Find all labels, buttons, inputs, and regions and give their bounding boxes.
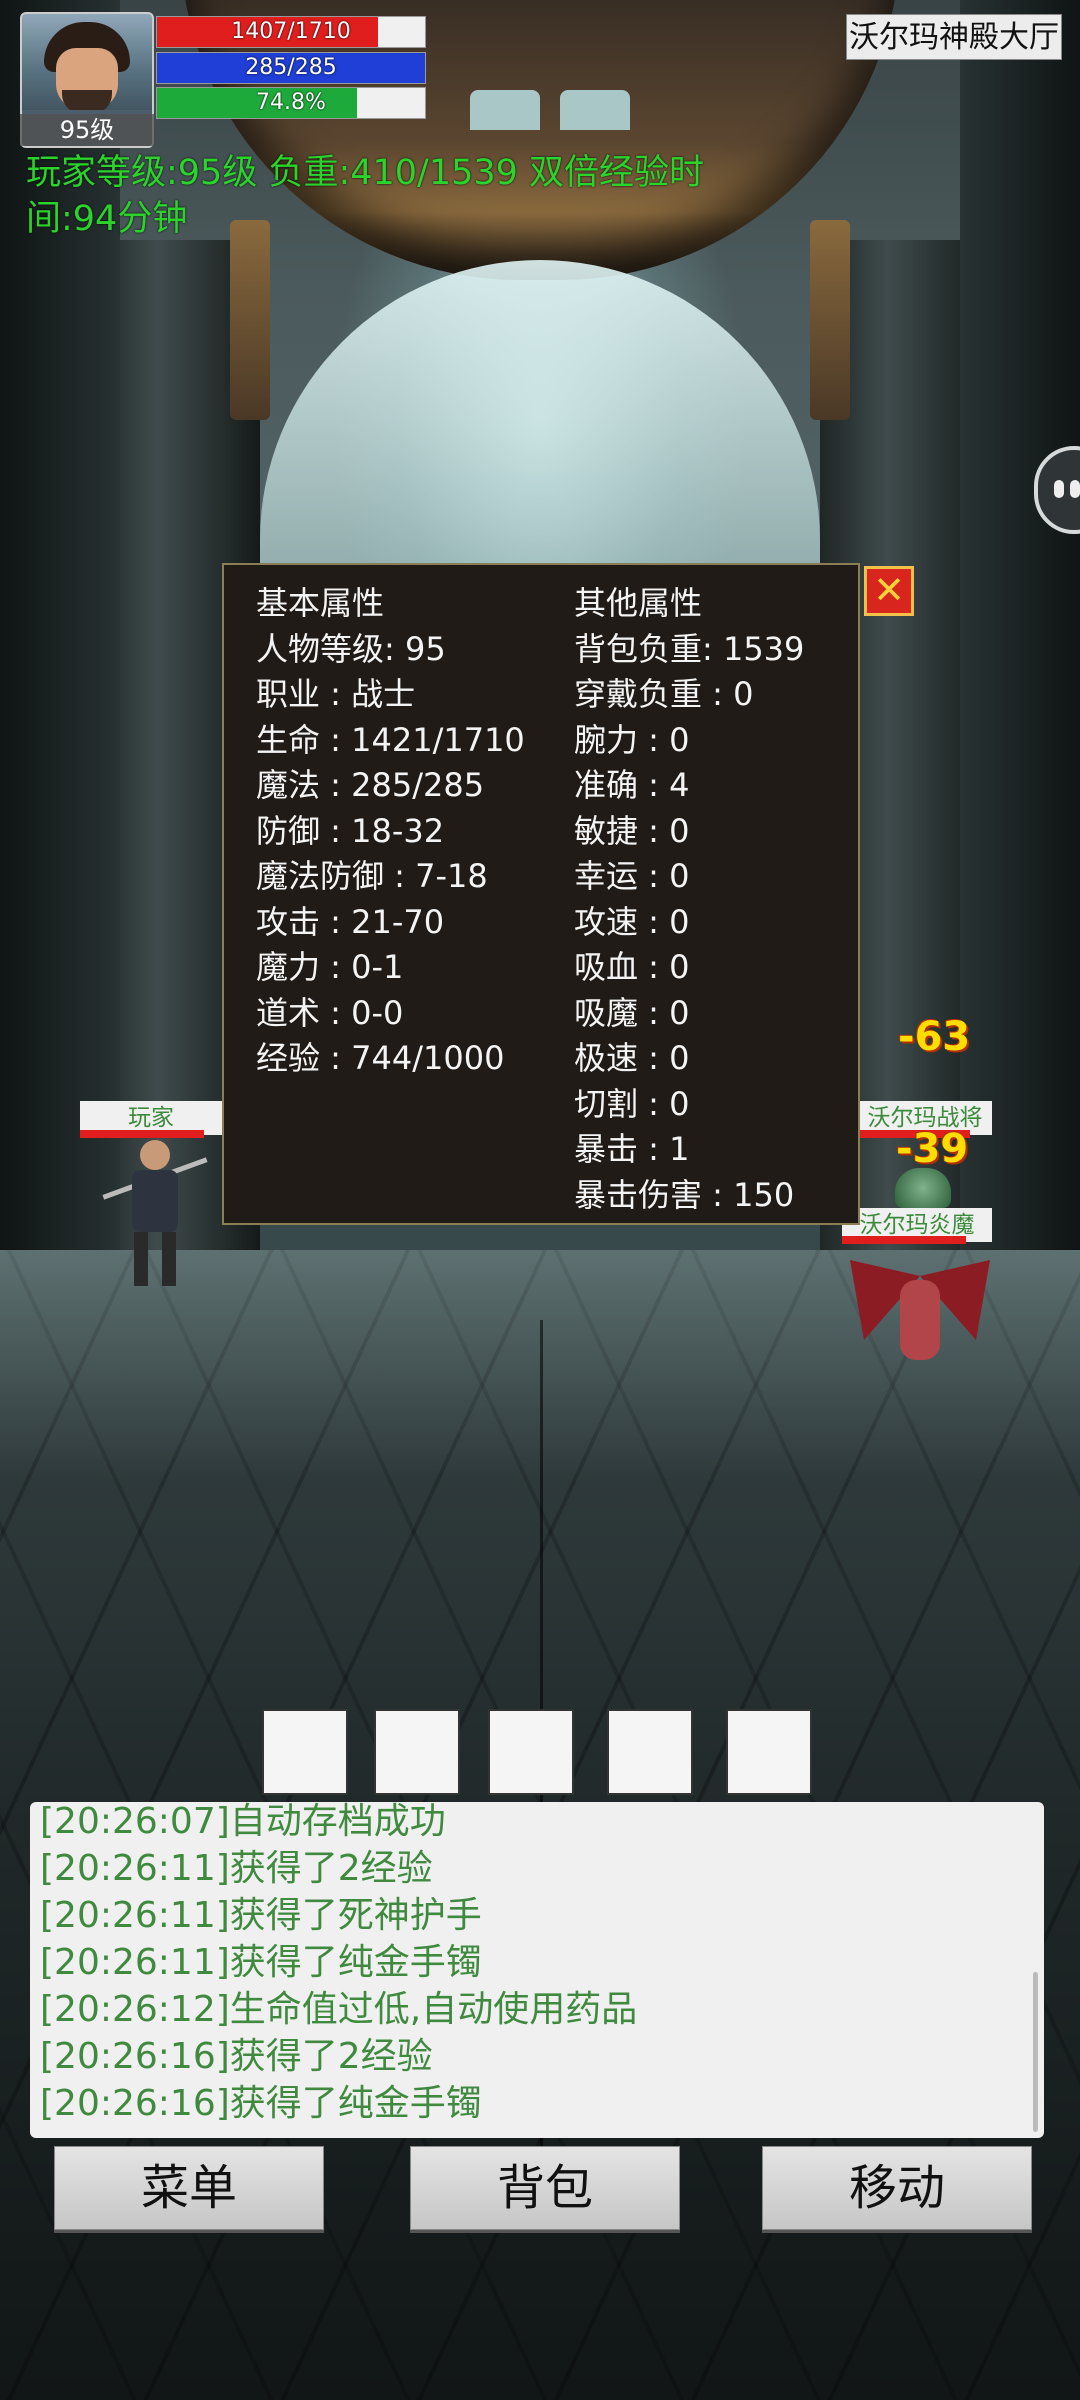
skill-slot-1[interactable]: [262, 1709, 348, 1795]
xp-text: 74.8%: [256, 90, 326, 115]
hp-bar: 1407/1710: [156, 16, 426, 48]
attr-line: 其他属性: [574, 584, 703, 622]
basic-attributes-column: 基本属性 人物等级: 95 职业 : 战士 生命 : 1421/1710 魔法 …: [256, 581, 525, 1082]
log-line: [20:26:11]获得了2经验: [40, 1848, 433, 1889]
log-line: [20:26:12]生命值过低,自动使用药品: [40, 1989, 638, 2030]
other-attributes-column: 其他属性 背包负重: 1539 穿戴负重 : 0 腕力 : 0 准确 : 4 敏…: [574, 581, 804, 1218]
log-line: [20:26:11]获得了死神护手: [40, 1895, 482, 1936]
attr-line: 魔法防御 : 7-18: [256, 857, 488, 895]
attr-line: 极速 : 0: [574, 1039, 690, 1077]
close-icon[interactable]: ✕: [864, 566, 914, 616]
log-line: [20:26:07]自动存档成功: [40, 1802, 446, 1842]
skill-slot-3[interactable]: [488, 1709, 574, 1795]
damage-number: -63: [898, 1014, 971, 1060]
message-log[interactable]: [20:26:07]自动存档成功 [20:26:11]获得了2经验 [20:26…: [30, 1802, 1044, 2138]
move-button[interactable]: 移动: [762, 2146, 1032, 2230]
player-status-line: 玩家等级:95级 负重:410/1539 双倍经验时间:94分钟: [26, 153, 705, 239]
attr-line: 防御 : 18-32: [256, 811, 445, 850]
attr-line: 背包负重: 1539: [574, 629, 805, 668]
skill-slot-5[interactable]: [726, 1709, 812, 1795]
enemy-hp-line: [842, 1236, 966, 1244]
attr-line: 攻击 : 21-70: [256, 902, 445, 941]
mp-bar: 285/285: [156, 52, 426, 84]
attr-line: 切割 : 0: [574, 1084, 690, 1123]
attr-line: 基本属性: [256, 584, 385, 622]
attr-line: 穿戴负重 : 0: [574, 675, 754, 713]
log-line: [20:26:16]获得了纯金手镯: [40, 2083, 482, 2124]
attr-line: 吸魔 : 0: [574, 993, 690, 1032]
log-scrollbar[interactable]: [1033, 1972, 1038, 2132]
mp-text: 285/285: [245, 55, 337, 80]
attribute-panel: 基本属性 人物等级: 95 职业 : 战士 生命 : 1421/1710 魔法 …: [222, 563, 860, 1225]
attr-line: 暴击伤害 : 150: [574, 1175, 795, 1214]
dome-window: [560, 90, 630, 130]
hp-text: 1407/1710: [231, 19, 351, 44]
enemy-warlord[interactable]: [895, 1168, 951, 1208]
enemy-flame-demon[interactable]: [850, 1250, 990, 1380]
attr-line: 腕力 : 0: [574, 720, 690, 759]
log-line: [20:26:11]获得了纯金手镯: [40, 1942, 482, 1983]
xp-bar: 74.8%: [156, 87, 426, 119]
damage-number: -39: [896, 1126, 969, 1172]
dome-window: [470, 90, 540, 130]
pillar-capital: [810, 220, 850, 420]
avatar-level-badge: 95级: [20, 114, 154, 146]
attr-line: 职业 : 战士: [256, 675, 416, 713]
attr-line: 魔法 : 285/285: [256, 766, 485, 804]
attr-line: 吸血 : 0: [574, 948, 690, 986]
attr-line: 幸运 : 0: [574, 857, 690, 895]
attr-line: 生命 : 1421/1710: [256, 720, 525, 759]
skill-slot-4[interactable]: [607, 1709, 693, 1795]
skill-slot-2[interactable]: [374, 1709, 460, 1795]
log-line: [20:26:16]获得了2经验: [40, 2036, 433, 2077]
map-name-label: 沃尔玛神殿大厅: [846, 14, 1062, 60]
menu-button[interactable]: 菜单: [54, 2146, 324, 2230]
bag-button[interactable]: 背包: [410, 2146, 680, 2230]
attr-line: 道术 : 0-0: [256, 993, 404, 1032]
player-hp-line: [80, 1130, 204, 1138]
attr-line: 经验 : 744/1000: [256, 1039, 505, 1077]
player-character[interactable]: [102, 1140, 208, 1290]
pillar-capital: [230, 220, 270, 420]
attr-line: 魔力 : 0-1: [256, 948, 404, 986]
attr-line: 人物等级: 95: [256, 629, 446, 668]
log-lines: [20:26:07]自动存档成功 [20:26:11]获得了2经验 [20:26…: [40, 1802, 637, 2127]
attr-line: 攻速 : 0: [574, 902, 690, 941]
attr-line: 准确 : 4: [574, 766, 690, 804]
attr-line: 敏捷 : 0: [574, 811, 690, 850]
attr-line: 暴击 : 1: [574, 1130, 690, 1168]
